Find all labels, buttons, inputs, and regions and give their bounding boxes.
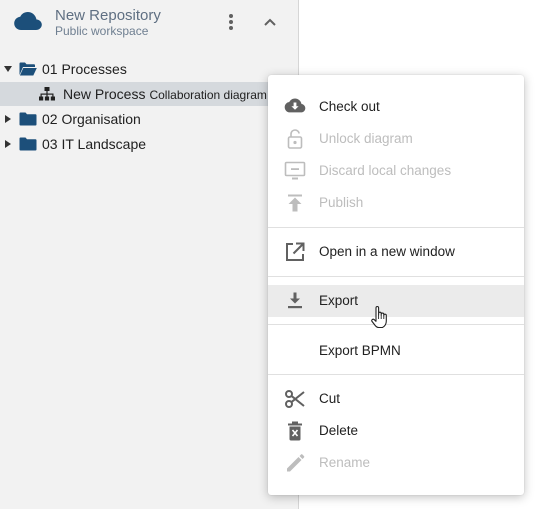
context-menu: Check out Unlock diagram Discard local c… [268,75,524,495]
tree-item-processes[interactable]: 01 Processes [0,57,298,81]
menu-item-label: Delete [319,423,359,438]
menu-item-publish[interactable]: Publish [268,187,524,219]
publish-icon [288,194,302,212]
menu-item-label: Open in a new window [319,244,455,259]
menu-divider [268,374,524,375]
menu-item-label: Rename [319,455,371,470]
menu-divider [268,276,524,277]
discard-icon [284,161,306,180]
folder-icon [19,112,37,126]
menu-item-label: Export [319,293,359,308]
tree-item-sublabel: Collaboration diagram ... [149,88,281,102]
menu-item-export-bpmn[interactable]: Export BPMN [268,335,524,367]
menu-item-open-in-new-window[interactable]: Open in a new window [268,236,524,268]
menu-item-rename[interactable]: Rename [268,447,524,479]
menu-item-label: Export BPMN [319,343,401,358]
caret-down-icon[interactable] [3,64,13,74]
pencil-icon [287,454,305,472]
menu-item-discard-local-changes[interactable]: Discard local changes [268,155,524,187]
menu-item-export[interactable]: Export [268,285,524,317]
scissors-icon [285,390,305,408]
caret-right-icon[interactable] [3,114,13,124]
repository-subtitle: Public workspace [55,24,149,38]
tree-item-organisation[interactable]: 02 Organisation [0,107,298,131]
repository-header: New Repository Public workspace [0,0,298,46]
menu-divider [268,227,524,228]
cloud-icon [14,12,42,30]
download-icon [288,292,302,309]
menu-item-cut[interactable]: Cut [268,383,524,415]
folder-open-icon [19,62,37,76]
menu-item-unlock-diagram[interactable]: Unlock diagram [268,123,524,155]
tree-item-label: 02 Organisation [42,111,141,127]
folder-icon [19,137,37,151]
menu-item-delete[interactable]: Delete [268,415,524,447]
chevron-up-icon[interactable] [262,14,278,30]
tree-item-it-landscape[interactable]: 03 IT Landscape [0,132,298,156]
tree-item-label: 01 Processes [42,61,127,77]
sitemap-icon [39,87,55,101]
open-in-new-icon [286,242,305,261]
menu-divider [268,324,524,325]
unlock-icon [287,129,303,149]
caret-right-icon[interactable] [3,139,13,149]
tree-item-label: 03 IT Landscape [42,136,147,152]
trash-icon [288,421,302,441]
menu-item-label: Check out [319,99,380,114]
menu-item-label: Unlock diagram [319,131,413,146]
tree-item-label: New Process [63,86,146,102]
menu-item-label: Cut [319,391,341,406]
cloud-download-icon [284,98,306,113]
repository-sidebar: New Repository Public workspace 01 Proce… [0,0,299,509]
menu-item-label: Publish [319,195,364,210]
more-vertical-icon[interactable] [222,12,240,32]
hand-pointer-cursor-icon [371,305,387,329]
menu-item-check-out[interactable]: Check out [268,91,524,123]
menu-item-label: Discard local changes [319,163,452,178]
tree-item-new-process[interactable]: New Process Collaboration diagram ... [0,82,298,106]
repository-title: New Repository [55,7,161,24]
